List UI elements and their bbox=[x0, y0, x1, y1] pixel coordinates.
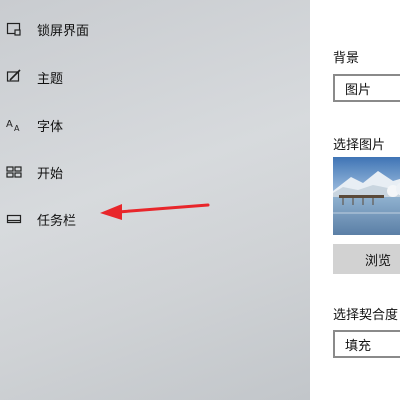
background-settings-panel: 背景 图片 选择图片 浏览 选择契合度 填充 bbox=[310, 0, 400, 400]
choose-fit-label: 选择契合度 bbox=[333, 308, 399, 323]
baidu-watermark: Baidu经验 jingyan.baidu.com bbox=[311, 364, 394, 394]
choose-picture-label: 选择图片 bbox=[333, 138, 386, 153]
background-label: 背景 bbox=[333, 51, 360, 66]
picture-thumbnail[interactable] bbox=[333, 157, 400, 235]
settings-sidebar: 锁屏界面 主题 AA 字体 开始 任务栏 bbox=[0, 0, 310, 400]
watermark-url: jingyan.baidu.com bbox=[310, 384, 394, 394]
fit-dropdown[interactable]: 填充 bbox=[333, 330, 400, 358]
red-annotation-arrow bbox=[100, 203, 210, 220]
browse-button[interactable]: 浏览 bbox=[333, 244, 400, 274]
watermark-title: Baidu经验 bbox=[314, 367, 394, 383]
background-type-dropdown[interactable]: 图片 bbox=[333, 74, 400, 102]
